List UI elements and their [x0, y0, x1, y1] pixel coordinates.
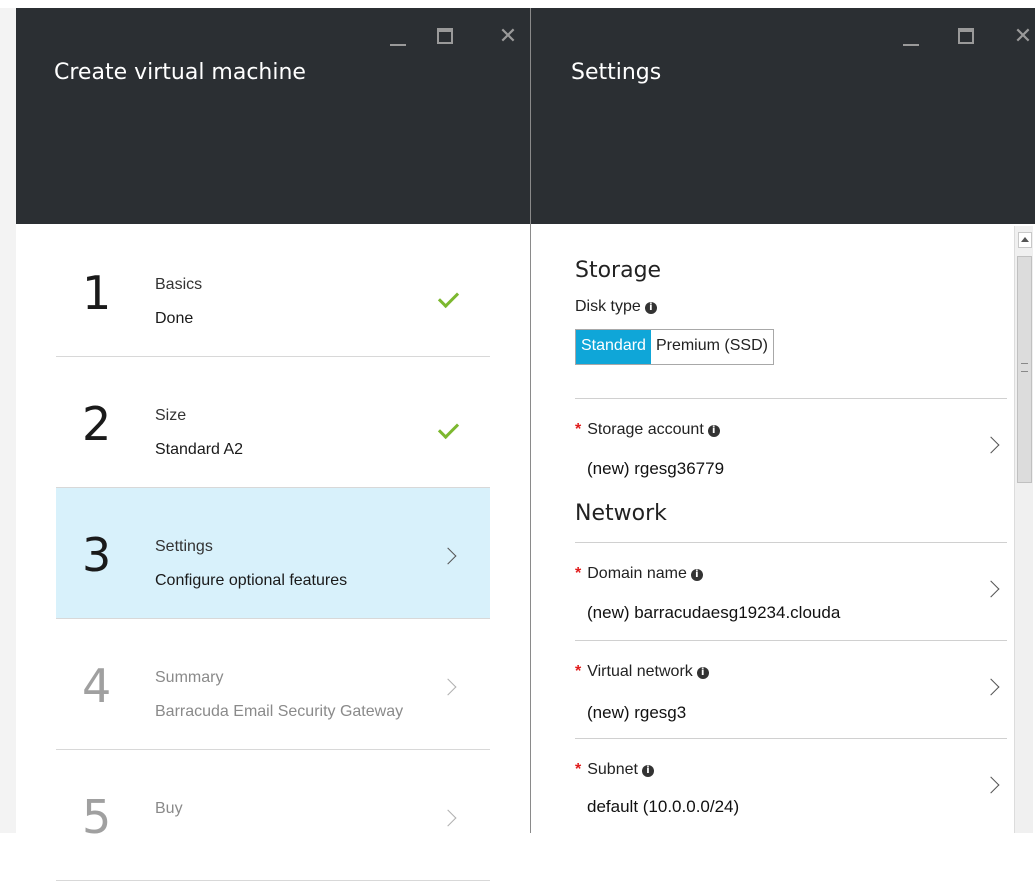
step-title: Basics	[155, 276, 203, 293]
step-summary[interactable]: 4 Summary Barracuda Email Security Gatew…	[56, 619, 490, 750]
close-icon[interactable]: ✕	[1011, 24, 1035, 48]
maximize-icon[interactable]	[434, 24, 458, 48]
scroll-up-arrow-icon[interactable]	[1018, 232, 1032, 248]
storage-account-label-text: Storage account	[587, 421, 704, 438]
storage-account-label: * Storage account i	[575, 421, 720, 439]
step-number: 5	[82, 790, 112, 844]
create-vm-blade: Create virtual machine ✕ 1 Basics Done 2…	[16, 8, 530, 881]
section-title-storage: Storage	[575, 258, 662, 283]
chevron-right-icon	[439, 678, 457, 696]
info-icon[interactable]: i	[644, 302, 657, 314]
minimize-icon[interactable]	[386, 24, 410, 48]
grip-icon	[1021, 363, 1028, 372]
info-icon[interactable]: i	[707, 425, 720, 437]
step-title: Settings	[155, 538, 213, 555]
step-subtitle: Configure optional features	[155, 572, 348, 589]
subnet-value: default (10.0.0.0/24)	[587, 797, 740, 816]
step-number: 4	[82, 659, 112, 713]
required-marker: *	[575, 761, 582, 778]
step-subtitle: Barracuda Email Security Gateway	[155, 703, 404, 720]
step-title: Buy	[155, 800, 183, 817]
domain-name-label-text: Domain name	[587, 565, 687, 582]
left-edge	[0, 8, 16, 833]
domain-name-value: (new) barracudaesg19234.clouda	[587, 603, 841, 622]
step-subtitle: Done	[155, 310, 194, 327]
step-buy[interactable]: 5 Buy	[56, 750, 490, 881]
step-settings[interactable]: 3 Settings Configure optional features	[56, 488, 490, 619]
vertical-scrollbar[interactable]	[1014, 226, 1033, 833]
settings-blade: Settings ✕ Storage Disk type i Standard P…	[531, 8, 1035, 833]
scrollbar-thumb[interactable]	[1017, 256, 1032, 483]
chevron-right-icon	[982, 580, 1000, 598]
window-controls: ✕	[386, 24, 526, 48]
disk-type-premium-option[interactable]: Premium (SSD)	[650, 330, 773, 364]
blade-header: Settings ✕	[531, 8, 1035, 224]
step-title: Summary	[155, 669, 224, 686]
close-icon[interactable]: ✕	[496, 24, 520, 48]
info-icon[interactable]: i	[641, 765, 654, 777]
chevron-right-icon	[439, 547, 457, 565]
step-subtitle: Standard A2	[155, 441, 244, 458]
virtual-network-value: (new) rgesg3	[587, 703, 687, 722]
domain-name-row[interactable]: * Domain name i (new) barracudaesg19234.cl…	[575, 542, 1007, 641]
required-marker: *	[575, 565, 582, 582]
disk-type-standard-option[interactable]: Standard	[576, 330, 651, 364]
window-controls: ✕	[899, 24, 1035, 48]
top-strip	[0, 0, 1035, 8]
section-title-network: Network	[575, 501, 667, 526]
minimize-icon[interactable]	[899, 24, 923, 48]
required-marker: *	[575, 421, 582, 438]
checkmark-icon	[437, 417, 460, 440]
blade-title: Settings	[571, 60, 662, 85]
required-marker: *	[575, 663, 582, 680]
storage-account-row[interactable]: * Storage account i (new) rgesg36779	[575, 398, 1007, 489]
chevron-right-icon	[982, 776, 1000, 794]
disk-type-toggle: Standard Premium (SSD)	[575, 329, 774, 365]
step-size[interactable]: 2 Size Standard A2	[56, 357, 490, 488]
info-icon[interactable]: i	[690, 569, 703, 581]
step-number: 1	[82, 266, 112, 320]
checkmark-icon	[437, 286, 460, 309]
blade-title: Create virtual machine	[54, 60, 306, 85]
maximize-icon[interactable]	[955, 24, 979, 48]
step-title: Size	[155, 407, 187, 424]
disk-type-label-text: Disk type	[575, 298, 641, 315]
virtual-network-label-text: Virtual network	[587, 663, 693, 680]
chevron-right-icon	[982, 436, 1000, 454]
subnet-row[interactable]: * Subnet i default (10.0.0.0/24)	[575, 738, 1007, 834]
virtual-network-label: * Virtual network i	[575, 663, 709, 681]
subnet-label: * Subnet i	[575, 761, 654, 779]
step-basics[interactable]: 1 Basics Done	[56, 226, 490, 357]
wizard-steps: 1 Basics Done 2 Size Standard A2 3 Setti…	[56, 226, 490, 881]
step-number: 2	[82, 397, 112, 451]
chevron-right-icon	[982, 678, 1000, 696]
chevron-right-icon	[439, 809, 457, 827]
domain-name-label: * Domain name i	[575, 565, 703, 583]
virtual-network-row[interactable]: * Virtual network i (new) rgesg3	[575, 640, 1007, 739]
storage-account-value: (new) rgesg36779	[587, 459, 725, 478]
blade-header: Create virtual machine ✕	[16, 8, 530, 224]
disk-type-label: Disk type i	[575, 298, 657, 316]
subnet-label-text: Subnet	[587, 761, 638, 778]
step-number: 3	[82, 528, 112, 582]
info-icon[interactable]: i	[696, 667, 709, 679]
